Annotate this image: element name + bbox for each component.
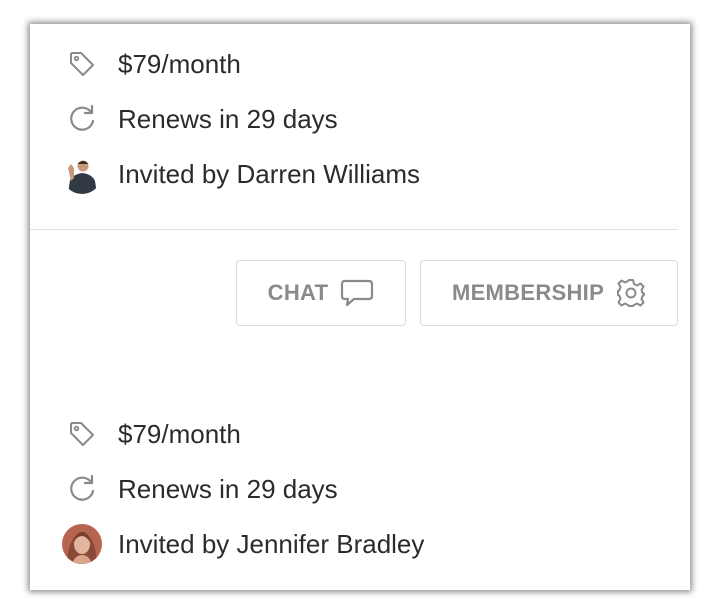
membership-button-label: MEMBERSHIP	[451, 280, 605, 305]
avatar	[62, 524, 102, 564]
avatar	[62, 154, 102, 194]
invited-by-text: Invited by Darren Williams	[118, 158, 420, 189]
gear-icon	[616, 278, 646, 308]
membership-card: $79/month Renews in 29 days Invited by D…	[30, 24, 690, 590]
refresh-icon	[66, 103, 98, 135]
membership-button[interactable]: MEMBERSHIP	[420, 260, 678, 326]
price-text: $79/month	[118, 48, 241, 79]
refresh-icon	[66, 473, 98, 505]
chat-button[interactable]: CHAT	[236, 260, 406, 326]
divider	[30, 229, 678, 230]
renewal-text: Renews in 29 days	[118, 473, 338, 504]
invited-by-row: Invited by Darren Williams	[62, 154, 420, 194]
renewal-row: Renews in 29 days	[66, 99, 338, 139]
price-row: $79/month	[66, 44, 241, 84]
invited-by-row: Invited by Jennifer Bradley	[62, 524, 425, 564]
chat-button-label: CHAT	[267, 280, 329, 305]
tag-icon	[66, 48, 98, 80]
renewal-row: Renews in 29 days	[66, 469, 338, 509]
renewal-text: Renews in 29 days	[118, 103, 338, 134]
chat-bubble-icon	[340, 278, 374, 308]
price-row: $79/month	[66, 414, 241, 454]
price-text: $79/month	[118, 418, 241, 449]
invited-by-text: Invited by Jennifer Bradley	[118, 528, 425, 559]
tag-icon	[66, 418, 98, 450]
